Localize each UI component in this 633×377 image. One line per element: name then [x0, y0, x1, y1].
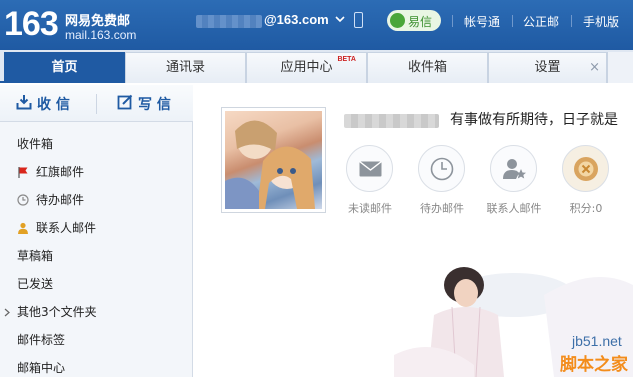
red-flag-icon [18, 167, 28, 178]
stat-contacts[interactable]: 联系人邮件 [484, 145, 544, 225]
top-header: 163 网易免费邮 mail.163.com @163.com 易信 帐号通 公… [0, 0, 633, 50]
user-motto: 有事做有所期待，日子就是 [450, 112, 618, 128]
home-main: 有事做有所期待，日子就是 未读邮件 待办邮件 联系人邮件 积分:0 [194, 85, 633, 377]
folder-mail-center[interactable]: 邮箱中心 [0, 354, 193, 377]
folder-more[interactable]: 其他3个文件夹 [0, 298, 193, 326]
yixin-button[interactable]: 易信 [387, 10, 441, 31]
link-account-pass[interactable]: 帐号通 [464, 13, 500, 30]
compose-button[interactable]: 写 信 [138, 94, 171, 114]
yixin-icon [390, 13, 405, 28]
stat-label: 待办邮件 [420, 202, 464, 215]
logo-number[interactable]: 163 [4, 6, 59, 42]
tab-label: 设置 [534, 60, 561, 75]
receive-mail-icon [16, 95, 32, 110]
points-icon [574, 157, 598, 181]
contacts-circle [490, 145, 537, 192]
clock-icon [430, 157, 454, 181]
folder-flagged[interactable]: 红旗邮件 [0, 158, 193, 186]
clock-icon [17, 194, 29, 206]
receive-mail-button[interactable]: 收 信 [37, 94, 70, 114]
watermark-name: 脚本之家 [560, 355, 628, 375]
tab-contacts[interactable]: 通讯录 [125, 52, 246, 83]
tab-app-center[interactable]: 应用中心 BETA [246, 52, 367, 83]
tab-label: 收件箱 [407, 60, 447, 75]
stat-points[interactable]: 积分:0 [556, 145, 616, 225]
folder-label: 收件箱 [17, 137, 54, 151]
folder-label: 邮件标签 [17, 333, 66, 347]
stat-unread[interactable]: 未读邮件 [340, 145, 400, 225]
tab-label: 通讯录 [165, 60, 205, 75]
chevron-right-icon[interactable] [3, 308, 11, 317]
mobile-phone-icon[interactable] [354, 12, 363, 28]
tab-inbox[interactable]: 收件箱 [367, 52, 488, 83]
tab-strip: 首页 通讯录 应用中心 BETA 收件箱 设置 × [0, 50, 633, 83]
avatar[interactable] [221, 107, 326, 213]
tab-home[interactable]: 首页 [4, 52, 125, 83]
folder-inbox[interactable]: 收件箱 [0, 130, 193, 158]
logo-domain: mail.163.com [65, 28, 137, 42]
beta-badge: BETA [337, 56, 356, 63]
sidebar: 收 信 写 信 收件箱 红旗邮件 待办邮件 联系人邮件 草稿箱 已发送 其他3个… [0, 85, 193, 377]
mail-actions: 收 信 写 信 [0, 85, 193, 122]
username-blurred [344, 114, 439, 128]
folder-label: 已发送 [17, 277, 54, 291]
link-mobile-version[interactable]: 手机版 [583, 13, 619, 30]
avatar-image [225, 111, 322, 209]
folder-label: 草稿箱 [17, 249, 54, 263]
header-separator [571, 15, 572, 27]
folder-label: 联系人邮件 [36, 221, 97, 235]
stat-label: 未读邮件 [348, 202, 392, 215]
todo-circle [418, 145, 465, 192]
stat-todo[interactable]: 待办邮件 [412, 145, 472, 225]
envelope-icon [359, 161, 382, 177]
points-circle [562, 145, 609, 192]
contact-star-icon [503, 159, 526, 179]
folder-todo[interactable]: 待办邮件 [0, 186, 193, 214]
avatar-illustration [225, 120, 315, 209]
link-notary-mail[interactable]: 公正邮 [523, 13, 559, 30]
tab-label: 应用中心 [280, 60, 333, 75]
folder-label: 红旗邮件 [36, 165, 85, 179]
folder-drafts[interactable]: 草稿箱 [0, 242, 193, 270]
folder-tags[interactable]: 邮件标签 [0, 326, 193, 354]
folder-contacts-mail[interactable]: 联系人邮件 [0, 214, 193, 242]
folder-label: 邮箱中心 [17, 361, 66, 375]
folder-label: 待办邮件 [36, 193, 85, 207]
tab-scroll-button[interactable] [607, 52, 633, 83]
account-suffix[interactable]: @163.com [264, 12, 329, 27]
stat-label: 积分:0 [569, 202, 603, 215]
account-name-blurred [196, 15, 262, 28]
tab-settings[interactable]: 设置 × [488, 52, 607, 83]
actions-divider [96, 94, 97, 114]
watermark-site: jb51.net [572, 333, 622, 349]
header-separator [452, 15, 453, 27]
tab-label: 首页 [51, 60, 78, 75]
unread-circle [346, 145, 393, 192]
contact-icon [18, 222, 28, 234]
compose-icon [117, 94, 133, 110]
close-icon[interactable]: × [589, 53, 600, 83]
stat-label: 联系人邮件 [486, 202, 542, 215]
folder-label: 其他3个文件夹 [17, 305, 97, 319]
yixin-label: 易信 [408, 15, 433, 29]
folder-sent[interactable]: 已发送 [0, 270, 193, 298]
chevron-down-icon[interactable] [335, 14, 345, 24]
header-separator [512, 15, 513, 27]
logo-name: 网易免费邮 [65, 14, 131, 29]
